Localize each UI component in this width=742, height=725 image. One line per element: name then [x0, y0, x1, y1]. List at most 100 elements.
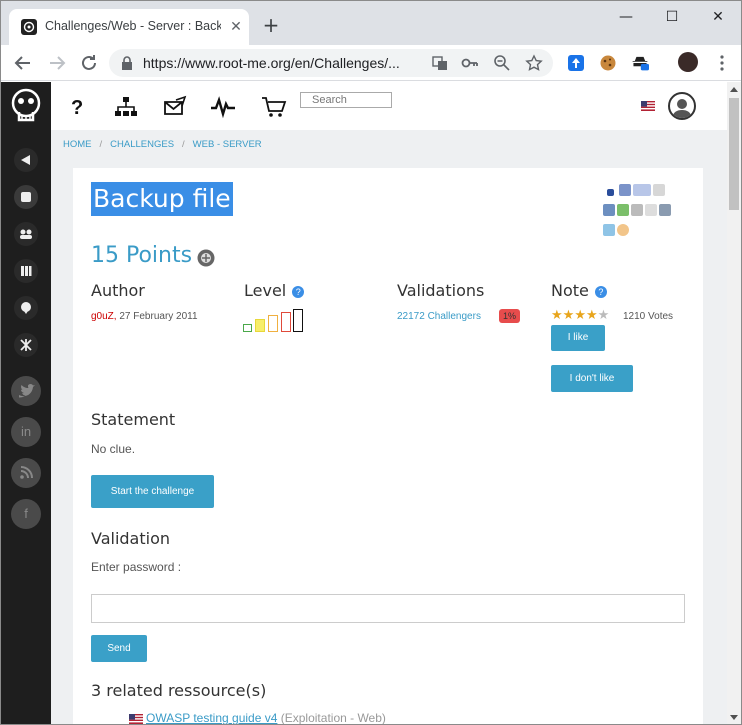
sidebar-documentation-icon[interactable]	[14, 259, 38, 283]
author-info: g0uZ, 27 February 2011	[91, 311, 198, 322]
sun-share-icon[interactable]	[617, 224, 629, 236]
breadcrumb-web-server[interactable]: WEB - SERVER	[193, 139, 262, 150]
browser-tab[interactable]: Challenges/Web - Server : Backup ✕	[9, 9, 249, 45]
breadcrumb-separator: /	[99, 139, 103, 150]
level-bar-very-easy	[243, 324, 252, 332]
page-viewport: in f ? Search HOME / CHALLENGES / WEB - SERV…	[1, 82, 741, 725]
resource-category: (Exploitation - Web)	[280, 711, 386, 725]
author-name[interactable]: g0uZ,	[91, 311, 117, 322]
validations-link[interactable]: 22172 Challengers	[397, 311, 481, 322]
resource-item: OWASP testing guide v4 (Exploitation - W…	[129, 711, 386, 725]
breadcrumb-home[interactable]: HOME	[63, 139, 92, 150]
new-tab-button[interactable]: +	[261, 15, 281, 35]
extension-arrow-icon[interactable]	[567, 54, 585, 72]
zoom-out-icon[interactable]	[493, 54, 511, 72]
star-icon: ★	[551, 308, 563, 323]
reddit-share-icon[interactable]	[631, 204, 643, 216]
cookie-icon[interactable]	[599, 54, 617, 72]
bookmark-star-icon[interactable]	[525, 54, 543, 72]
star-icon: ★	[562, 308, 575, 323]
password-label: Enter password :	[91, 560, 182, 574]
validations-percent-badge: 1%	[499, 309, 521, 323]
linkedin-icon[interactable]: in	[11, 417, 41, 447]
linkedin-share-icon[interactable]	[603, 204, 615, 216]
google-plus-share-icon[interactable]	[633, 184, 651, 196]
star-icon: ★	[585, 308, 598, 323]
level-bar-hard	[281, 312, 291, 332]
forward-button[interactable]	[45, 51, 69, 75]
sidebar-forum-icon[interactable]	[14, 296, 38, 320]
back-button[interactable]	[11, 51, 35, 75]
rss-icon[interactable]	[11, 458, 41, 488]
reload-icon	[82, 55, 96, 70]
scroll-thumb[interactable]	[729, 98, 739, 210]
twitter-share-icon[interactable]	[603, 224, 615, 236]
sitemap-icon[interactable]	[113, 94, 139, 120]
key-icon[interactable]	[461, 54, 479, 72]
statement-header: Statement	[91, 410, 176, 429]
maximize-button[interactable]: ☐	[657, 7, 687, 27]
dislike-button[interactable]: I don't like	[551, 365, 633, 392]
scroll-up-arrow-icon[interactable]	[730, 87, 738, 92]
difficulty-bars	[243, 308, 313, 332]
us-flag-icon	[129, 713, 143, 724]
language-flag-icon[interactable]	[641, 101, 655, 111]
start-challenge-button[interactable]: Start the challenge	[91, 475, 214, 508]
user-avatar[interactable]	[668, 92, 696, 120]
sidebar-community-icon[interactable]	[14, 222, 38, 246]
tab-close-icon[interactable]: ✕	[227, 18, 245, 36]
tab-strip: Challenges/Web - Server : Backup ✕ + — ☐…	[1, 1, 741, 45]
like-button[interactable]: I like	[551, 325, 605, 351]
menu-dots-icon[interactable]	[713, 54, 731, 72]
activity-pulse-icon[interactable]	[210, 94, 236, 120]
sidebar-news-icon[interactable]	[14, 148, 38, 172]
google-share-icon[interactable]	[653, 184, 665, 196]
send-mail-icon[interactable]	[162, 94, 188, 120]
ranking-globe-icon	[197, 249, 215, 267]
facebook-icon[interactable]: f	[11, 499, 41, 529]
scroll-down-arrow-icon[interactable]	[730, 715, 738, 720]
breadcrumb-challenges[interactable]: CHALLENGES	[110, 139, 174, 150]
root-me-favicon-icon	[21, 19, 37, 35]
resource-link[interactable]: OWASP testing guide v4	[146, 711, 277, 724]
help-question-icon[interactable]: ?	[65, 94, 91, 120]
svg-text:?: ?	[71, 97, 83, 119]
rating-stars: ★★★★★	[551, 309, 609, 323]
breadcrumb-separator: /	[182, 139, 185, 150]
shopping-cart-icon[interactable]	[261, 94, 287, 120]
close-window-button[interactable]: ✕	[703, 7, 733, 27]
sidebar-tools-icon[interactable]	[14, 333, 38, 357]
minimize-button[interactable]: —	[611, 7, 641, 27]
site-sidebar: in f	[1, 82, 51, 724]
validation-header: Validation	[91, 529, 171, 548]
reload-button[interactable]	[77, 51, 101, 75]
level-header-label: Level	[244, 281, 287, 300]
address-bar[interactable]: https://www.root-me.org/en/Challenges/..…	[109, 49, 553, 77]
level-bar-very-hard	[293, 309, 303, 332]
lock-icon	[122, 56, 132, 70]
sidebar-challenges-icon[interactable]	[14, 185, 38, 209]
send-button[interactable]: Send	[91, 635, 147, 662]
add-share-icon[interactable]	[617, 204, 629, 216]
challenge-title: Backup file	[91, 182, 233, 216]
note-help-icon[interactable]: ?	[594, 285, 607, 298]
site-search-input[interactable]: Search	[300, 92, 392, 108]
twitter-icon[interactable]	[11, 376, 41, 406]
facebook-share-icon[interactable]	[619, 184, 631, 196]
forward-arrow-icon	[50, 56, 66, 70]
level-help-icon[interactable]: ?	[292, 285, 305, 298]
note-header-label: Note	[551, 281, 589, 300]
translate-icon[interactable]	[431, 54, 449, 72]
page-scrollbar[interactable]	[727, 82, 741, 724]
note-header: Note?	[551, 281, 607, 300]
stumble-share-icon[interactable]	[645, 204, 657, 216]
validations-header: Validations	[397, 281, 485, 300]
breadcrumb: HOME / CHALLENGES / WEB - SERVER	[63, 139, 262, 150]
password-input[interactable]	[91, 594, 685, 623]
root-me-logo-icon[interactable]	[7, 86, 45, 126]
delicious-share-icon[interactable]	[607, 189, 614, 196]
incognito-extension-icon[interactable]	[631, 54, 649, 72]
tumblr-share-icon[interactable]	[659, 204, 671, 216]
profile-avatar[interactable]	[678, 52, 698, 72]
votes-count: 1210 Votes	[623, 311, 674, 322]
